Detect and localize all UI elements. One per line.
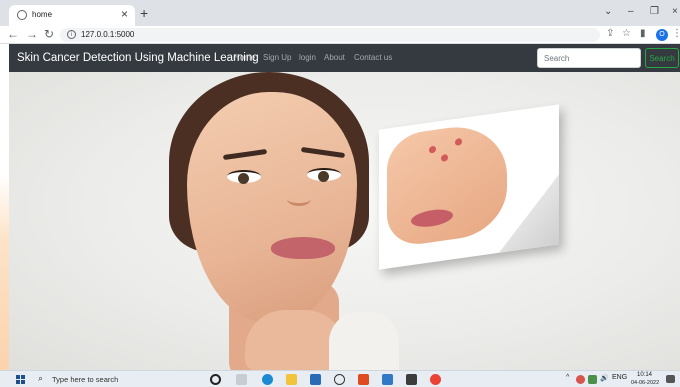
clock-date[interactable]: 04-06-2022 [631,380,659,386]
new-tab-icon[interactable]: + [140,5,148,21]
search-input[interactable] [537,48,641,68]
address-bar[interactable]: i 127.0.0.1:5000 [60,28,600,42]
forward-icon[interactable]: → [26,27,38,41]
volume-icon[interactable]: 🔊 [600,374,609,382]
chevron-down-icon[interactable]: ⌄ [604,6,612,17]
close-tab-icon[interactable]: × [121,7,128,21]
windows-taskbar: ⌕ Type here to search ^ 🔊 ENG 10:14 04-0… [0,370,680,387]
menu-kebab-icon[interactable]: ⋮ [672,28,680,40]
browser-toolbar: ← → ↻ i 127.0.0.1:5000 ⇪ ☆ ▮ ⋮ [0,26,680,44]
search-button[interactable]: Search [645,48,679,68]
cortana-icon[interactable] [210,374,221,385]
back-icon[interactable]: ← [7,27,19,41]
bookmark-star-icon[interactable]: ☆ [622,28,631,40]
dell-icon[interactable] [334,374,345,385]
nav-link-home[interactable]: Home [234,53,255,62]
browser-tab-bar: home × + ⌄ – ❐ × [0,0,680,26]
hero-skin-closeup [379,104,559,270]
hero-left-eye [227,170,261,184]
navbar-brand[interactable]: Skin Cancer Detection Using Machine Lear… [17,52,259,64]
info-icon[interactable]: i [67,30,76,39]
store-icon[interactable] [310,374,321,385]
site-navbar: Skin Cancer Detection Using Machine Lear… [9,44,680,72]
nav-link-about[interactable]: About [324,53,345,62]
office-icon[interactable] [358,374,369,385]
close-window-icon[interactable]: × [672,6,678,17]
profile-avatar-icon[interactable]: O [656,29,668,41]
clock-time[interactable]: 10:14 [637,372,652,378]
vscode-icon[interactable] [382,374,393,385]
task-view-icon[interactable] [236,374,247,385]
reload-icon[interactable]: ↻ [44,27,54,41]
file-explorer-icon[interactable] [286,374,297,385]
hero-image [9,72,680,370]
windows-start-icon[interactable] [16,375,26,385]
terminal-icon[interactable] [406,374,417,385]
chrome-icon[interactable] [430,374,441,385]
nav-link-sign-up[interactable]: Sign Up [263,53,291,62]
side-panel-icon[interactable]: ▮ [640,28,646,40]
taskbar-search-text: Type here to search [52,375,119,384]
hero-nose [287,192,311,206]
hero-right-eye [307,168,341,182]
language-indicator[interactable]: ENG [612,374,627,381]
nav-link-login[interactable]: login [299,53,316,62]
url-text: 127.0.0.1:5000 [81,30,135,39]
share-icon[interactable]: ⇪ [606,28,614,40]
tray-network-icon[interactable] [588,375,597,384]
nav-link-contact-us[interactable]: Contact us [354,53,392,62]
minimize-icon[interactable]: – [628,6,634,17]
taskbar-search[interactable]: ⌕ Type here to search [38,373,188,386]
restore-icon[interactable]: ❐ [650,6,659,17]
tray-antivirus-icon[interactable] [576,375,585,384]
page-left-edge [0,44,9,370]
tray-chevron-icon[interactable]: ^ [566,374,569,381]
tab-title: home [32,10,53,19]
browser-tab-home[interactable]: home × [9,5,135,26]
hero-sleeve [329,312,399,370]
hero-lips [271,237,335,259]
search-icon: ⌕ [38,373,44,383]
notifications-icon[interactable] [666,375,675,383]
globe-icon [17,10,27,20]
edge-icon[interactable] [262,374,273,385]
